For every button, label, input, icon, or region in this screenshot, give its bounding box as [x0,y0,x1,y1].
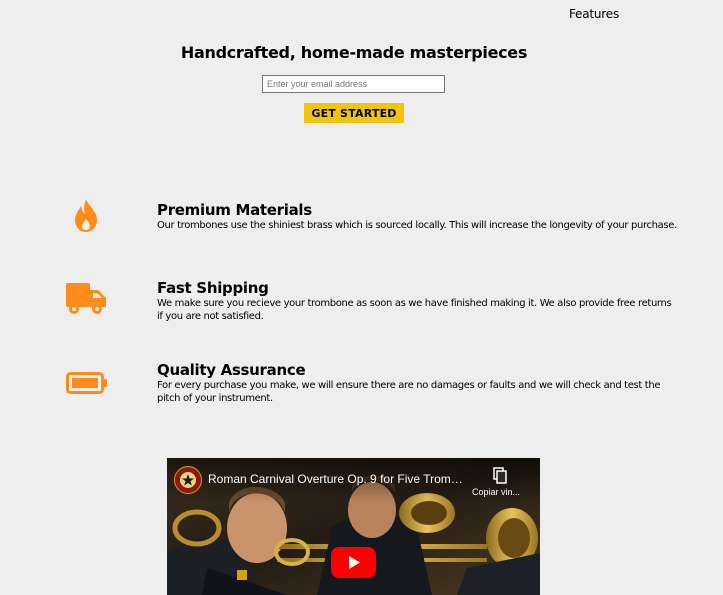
video-embed[interactable]: Roman Carnival Overture Op. 9 for Five T… [167,458,540,595]
hero-title: Handcrafted, home-made masterpieces [180,43,528,62]
army-logo-icon [176,468,200,492]
feature-title: Fast Shipping [157,279,269,297]
nav-link-features[interactable]: Features [569,7,619,21]
copy-link-icon[interactable] [493,467,507,484]
feature-description: Our trombones use the shiniest brass whi… [157,220,677,231]
email-input[interactable] [262,75,445,93]
get-started-button[interactable]: GET STARTED [304,103,404,123]
feature-title: Quality Assurance [157,361,306,379]
video-title[interactable]: Roman Carnival Overture Op. 9 for Five T… [208,472,463,486]
play-icon[interactable] [331,547,376,578]
fire-icon [75,199,97,232]
feature-description: We make sure you recieve your trombone a… [157,298,672,322]
channel-avatar[interactable] [174,466,202,494]
feature-description: For every purchase you make, we will ens… [157,380,661,404]
battery-icon [66,372,107,394]
copy-link-label[interactable]: Copiar vin... [472,487,520,497]
truck-icon [66,283,106,314]
feature-title: Premium Materials [157,201,312,219]
